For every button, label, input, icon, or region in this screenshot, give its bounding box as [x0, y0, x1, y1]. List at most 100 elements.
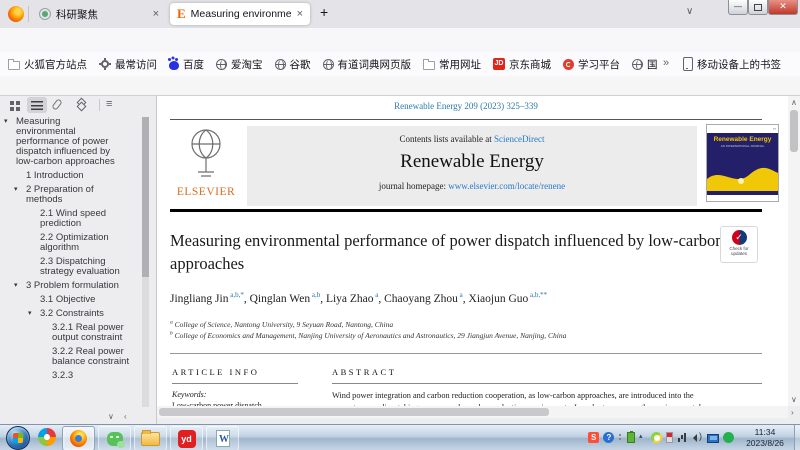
outline-item[interactable]: ▾ Measuring environmental performance of … — [4, 117, 154, 167]
journal-homepage-link[interactable]: www.elsevier.com/locate/renene — [448, 181, 565, 191]
outline-item[interactable]: 3.2.2 Real power balance constraint — [4, 347, 154, 367]
taskbar-app-word[interactable] — [206, 426, 239, 450]
header-rule — [170, 119, 762, 120]
bookmark-label: 爱淘宝 — [231, 57, 263, 72]
baidu-bookmark-icon — [169, 61, 179, 70]
vertical-scrollbar[interactable]: ∧ ∨ — [788, 96, 800, 406]
volume-tray-icon[interactable] — [692, 432, 703, 443]
hidden-tray-icon[interactable] — [639, 432, 647, 443]
layers-tab-icon[interactable] — [75, 99, 87, 111]
outline-item[interactable]: ▾2 Preparation of methods — [4, 185, 154, 205]
taskbar-app-firefox[interactable] — [62, 426, 95, 450]
tab-title: Measuring environmental pe — [191, 8, 292, 20]
abstract-heading: ABSTRACT — [332, 367, 396, 377]
author-affiliation-marks: a,b — [310, 291, 320, 299]
new-tab-button[interactable]: + — [320, 4, 328, 20]
outline-item[interactable]: 1 Introduction — [4, 171, 154, 181]
scroll-down-arrow-icon[interactable]: ∨ — [108, 412, 114, 421]
outline-tab-icon[interactable] — [31, 101, 43, 110]
display-tray-icon[interactable] — [707, 434, 719, 443]
contents-line-prefix: Contents lists available at — [400, 134, 494, 144]
bookmark-label: 京东商城 — [509, 57, 551, 72]
scroll-left-arrow-icon[interactable]: ‹ — [124, 412, 127, 421]
firefox-icon — [70, 430, 87, 447]
dots-tray-icon[interactable] — [618, 432, 623, 443]
outline-item[interactable]: 3.2.1 Real power output constraint — [4, 323, 154, 343]
thumbnails-tab-icon[interactable] — [10, 101, 20, 111]
scroll-down-arrow-icon[interactable]: ∨ — [791, 395, 797, 404]
outline-item-label: Measuring environmental performance of p… — [16, 117, 120, 167]
word-icon — [216, 430, 230, 447]
phone-icon — [683, 57, 693, 71]
tab-close-icon[interactable]: × — [297, 8, 303, 20]
bookmark-item[interactable]: 火狐官方站点 — [8, 57, 87, 72]
outline-item[interactable]: 2.1 Wind speed prediction — [4, 209, 154, 229]
bookmark-item[interactable]: 百度 — [169, 57, 204, 72]
help-tray-icon[interactable] — [603, 432, 614, 443]
show-desktop-button[interactable] — [794, 425, 800, 450]
taskbar-clock[interactable]: 11:34 2023/8/26 — [738, 427, 792, 449]
usb-tray-icon[interactable] — [666, 432, 673, 443]
outline-item[interactable]: ▾3.2 Constraints — [4, 309, 154, 319]
bookmark-item[interactable]: 国家智慧教育平台 — [632, 57, 658, 72]
caret-down-icon[interactable]: ▾ — [14, 281, 18, 291]
bookmark-item[interactable]: 最常访问 — [99, 57, 157, 72]
mobile-bookmarks-button[interactable]: 移动设备上的书签 — [683, 52, 797, 76]
bookmark-item[interactable]: 爱淘宝 — [216, 57, 263, 72]
check-for-updates-badge[interactable]: ✓ Check for updates — [720, 226, 758, 263]
scroll-right-arrow-icon[interactable]: › — [791, 408, 794, 417]
taskbar-app-wechat[interactable] — [98, 426, 131, 450]
abstract-text: Wind power integration and carbon reduct… — [332, 390, 764, 406]
gear-bookmark-icon — [101, 60, 109, 68]
bookmark-label: 百度 — [183, 57, 204, 72]
safe360-tray-icon[interactable] — [651, 432, 662, 443]
green-tray-icon[interactable] — [723, 432, 734, 443]
outline-item-label: 3.1 Objective — [40, 295, 130, 305]
tab-keyanjujiao[interactable]: 科研聚焦 × — [33, 3, 165, 25]
caret-down-icon[interactable]: ▾ — [28, 309, 32, 319]
pinwheel-app-icon[interactable] — [38, 428, 56, 446]
bookmark-item[interactable]: 谷歌 — [275, 57, 311, 72]
sidebar-scrollbar[interactable] — [142, 117, 149, 407]
attachments-paperclip-icon[interactable] — [51, 98, 63, 110]
outline-item-label: 3 Problem formulation — [26, 281, 122, 291]
outline-options-icon[interactable]: ≡ — [106, 98, 112, 110]
start-button[interactable] — [6, 426, 30, 450]
horizontal-scrollbar[interactable] — [157, 406, 788, 418]
outline-item[interactable]: 2.2 Optimization algorithm — [4, 233, 154, 253]
outline-list: ▾ Measuring environmental performance of … — [4, 117, 154, 385]
firefox-logo-icon[interactable] — [8, 6, 24, 22]
list-all-tabs-chevron-icon[interactable]: ∨ — [686, 6, 693, 17]
caret-down-icon[interactable]: ▾ — [4, 117, 8, 127]
bookmark-item[interactable]: 学习平台 — [563, 57, 620, 72]
sogou-tray-icon[interactable] — [588, 432, 599, 443]
tab-measuring-environmental[interactable]: E Measuring environmental pe × — [170, 3, 310, 25]
pdf-page: Renewable Energy 209 (2023) 325–339 ELSE… — [157, 96, 788, 406]
bookmark-item[interactable]: 有道词典网页版 — [323, 57, 412, 72]
outline-item[interactable]: 2.3 Dispatching strategy evaluation — [4, 257, 154, 277]
battery-tray-icon[interactable] — [627, 432, 635, 443]
network-tray-icon[interactable] — [677, 432, 688, 443]
minimize-button[interactable]: — — [728, 0, 748, 15]
scroll-up-arrow-icon[interactable]: ∧ — [791, 98, 797, 107]
caret-down-icon[interactable]: ▾ — [14, 185, 18, 195]
vertical-scrollbar-thumb[interactable] — [790, 110, 798, 152]
bookmark-label: 谷歌 — [290, 57, 311, 72]
bookmark-item[interactable]: 常用网址 — [423, 57, 481, 72]
close-button[interactable]: ✕ — [768, 0, 798, 15]
tab-close-icon[interactable]: × — [153, 8, 159, 20]
bookmark-item[interactable]: 京东商城 — [493, 57, 551, 72]
taskbar-app-youdao[interactable]: yd — [170, 426, 203, 450]
bookmarks-overflow-chevron[interactable]: » — [663, 57, 669, 69]
outline-item[interactable]: 3.1 Objective — [4, 295, 154, 305]
wechat-icon — [107, 432, 123, 446]
taskbar-app-explorer[interactable] — [134, 426, 167, 450]
authors-line: Jingliang Jin a,b,*, Qinglan Wen a,b, Li… — [170, 293, 762, 305]
maximize-button[interactable] — [748, 0, 768, 15]
horizontal-scrollbar-thumb[interactable] — [159, 408, 549, 416]
sciencedirect-link[interactable]: ScienceDirect — [494, 134, 544, 144]
sidebar-scrollbar-thumb[interactable] — [142, 117, 149, 277]
outline-item[interactable]: ▾ 3 Problem formulation — [4, 281, 154, 291]
outline-item[interactable]: 3.2.3 — [4, 371, 154, 381]
outline-item-label: 2.3 Dispatching strategy evaluation — [40, 257, 130, 277]
